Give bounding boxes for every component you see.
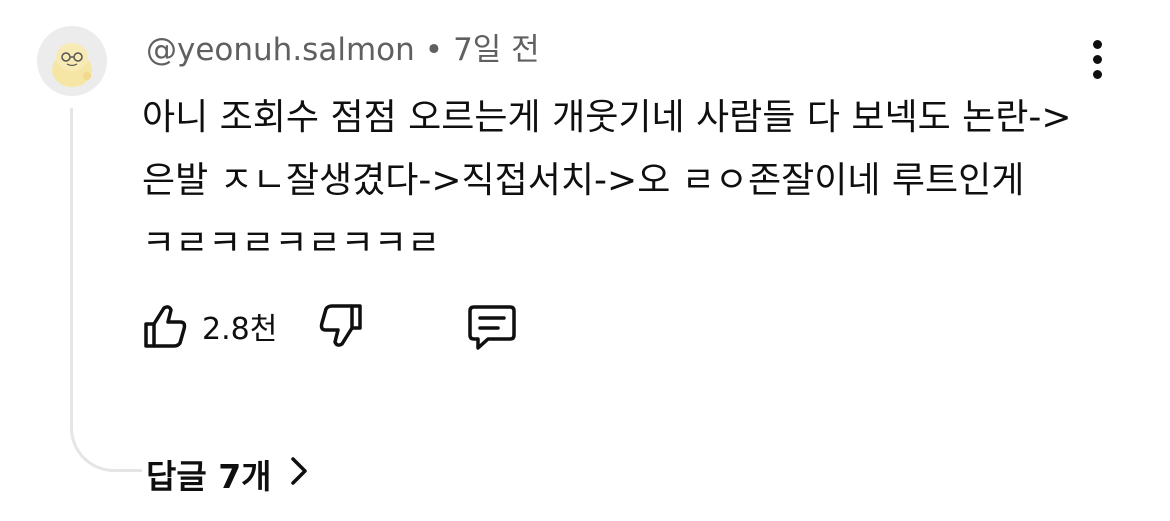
author-name[interactable]: @yeonuh.salmon xyxy=(146,32,415,68)
replies-label: 답글 7개 xyxy=(146,457,272,496)
thumbs-down-icon xyxy=(318,302,364,350)
comment-text: 아니 조회수 점점 오르는게 개웃기네 사람들 다 보넥도 논란->은발 ㅈㄴ잘… xyxy=(142,97,1072,264)
meta-separator: • xyxy=(424,32,444,68)
cartoon-avatar xyxy=(37,26,107,96)
more-button[interactable] xyxy=(1082,40,1112,84)
like-button[interactable]: 2.8천 xyxy=(142,302,277,350)
comment-card: @yeonuh.salmon • 7일 전 아니 조회수 점점 오르는게 개웃기네 … xyxy=(0,0,1170,521)
like-count: 2.8천 xyxy=(202,312,278,347)
more-vertical-icon xyxy=(1082,40,1112,79)
comment-time: 7일 전 xyxy=(453,32,540,68)
comment-meta: @yeonuh.salmon • 7일 전 xyxy=(146,30,540,70)
replies-toggle[interactable]: 답글 7개 xyxy=(146,450,308,498)
thread-line xyxy=(70,108,142,472)
dislike-button[interactable] xyxy=(318,302,364,350)
chevron-right-icon xyxy=(290,455,308,494)
thumbs-up-icon xyxy=(142,302,188,350)
comment-icon xyxy=(466,302,518,352)
avatar[interactable] xyxy=(37,26,107,96)
reply-button[interactable] xyxy=(466,302,518,352)
